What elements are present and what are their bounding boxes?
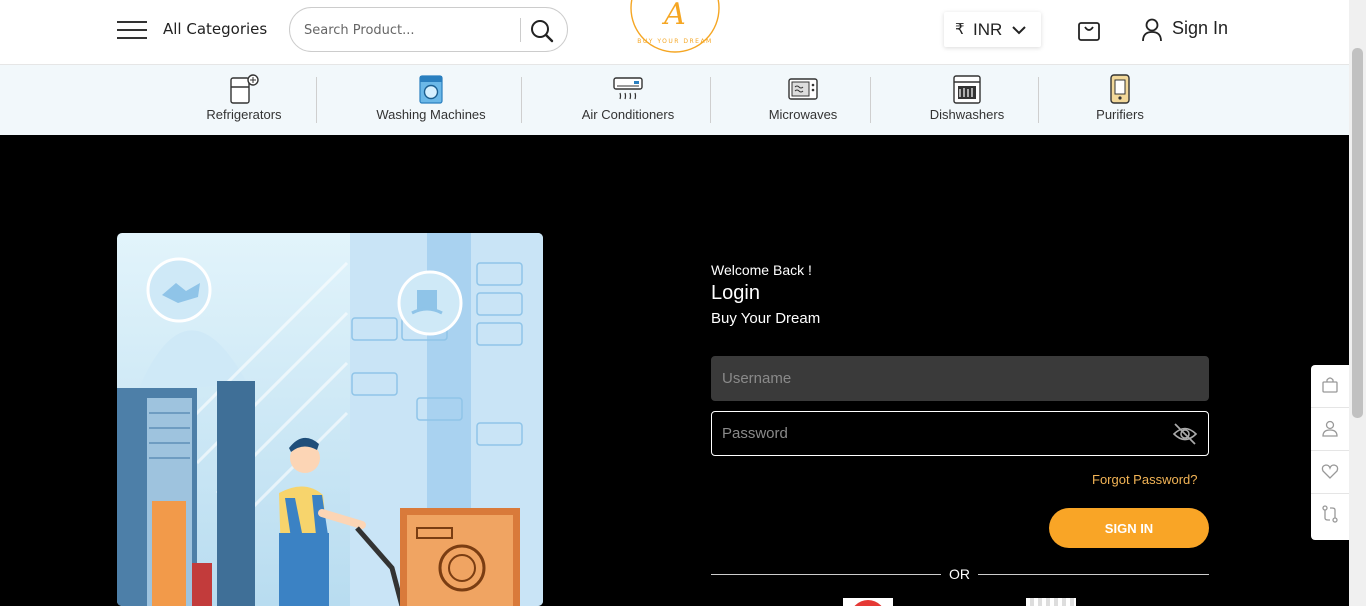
- password-wrapper: [711, 411, 1209, 456]
- category-microwaves[interactable]: Microwaves: [753, 65, 853, 135]
- google-login-button[interactable]: [843, 598, 893, 606]
- currency-code: INR: [973, 20, 1003, 39]
- category-label: Air Conditioners: [581, 107, 675, 122]
- search-divider: [520, 18, 521, 42]
- tagline-text: Buy Your Dream: [711, 310, 821, 327]
- category-divider: [316, 77, 317, 123]
- category-divider: [710, 77, 711, 123]
- delivery-illustration: [117, 233, 543, 606]
- microwave-icon: [788, 78, 818, 100]
- category-label: Refrigerators: [206, 107, 282, 122]
- all-categories-link[interactable]: All Categories: [163, 20, 267, 38]
- floating-toolbar: [1311, 365, 1349, 540]
- category-air-conditioners[interactable]: Air Conditioners: [563, 65, 693, 135]
- heart-icon: [1321, 464, 1339, 479]
- dishwasher-icon: [953, 75, 981, 104]
- logo-tagline: BUY YOUR DREAM: [637, 38, 712, 45]
- category-divider: [870, 77, 871, 123]
- search-input[interactable]: [304, 20, 509, 40]
- compare-icon: [1322, 505, 1338, 523]
- page-title: Login: [711, 282, 760, 304]
- user-icon[interactable]: [1141, 18, 1163, 42]
- search-bar: [289, 7, 568, 52]
- scrollbar-thumb[interactable]: [1352, 48, 1363, 418]
- forgot-password-link[interactable]: Forgot Password?: [1092, 472, 1198, 487]
- welcome-text: Welcome Back !: [711, 262, 812, 278]
- purifier-icon: [1110, 74, 1130, 104]
- logo-letter: A: [661, 0, 686, 32]
- divider-left: [711, 574, 941, 575]
- category-refrigerators[interactable]: Refrigerators: [184, 65, 304, 135]
- bag-icon: [1322, 377, 1338, 393]
- category-divider: [1038, 77, 1039, 123]
- site-logo[interactable]: A BUY YOUR DREAM: [612, 0, 738, 56]
- currency-symbol: ₹: [955, 20, 965, 38]
- username-field[interactable]: [711, 356, 1209, 401]
- category-bar: Refrigerators Washing Machines Air Condi…: [0, 65, 1349, 135]
- category-purifiers[interactable]: Purifiers: [1080, 65, 1160, 135]
- category-label: Microwaves: [768, 107, 838, 122]
- page-scrollbar[interactable]: [1349, 0, 1366, 606]
- side-bag-button[interactable]: [1311, 365, 1349, 408]
- user-icon: [1322, 420, 1338, 437]
- side-wishlist-button[interactable]: [1311, 451, 1349, 494]
- or-separator: OR: [949, 566, 970, 582]
- refrigerator-icon: [230, 74, 259, 104]
- site-header: All Categories A BUY YOUR DREAM ₹ INR Si…: [0, 0, 1349, 65]
- category-label: Purifiers: [1096, 107, 1144, 122]
- sign-in-button[interactable]: SIGN IN: [1049, 508, 1209, 548]
- search-icon[interactable]: [528, 18, 556, 44]
- side-compare-button[interactable]: [1311, 494, 1349, 537]
- divider-right: [978, 574, 1209, 575]
- category-dishwashers[interactable]: Dishwashers: [912, 65, 1022, 135]
- category-washing-machines[interactable]: Washing Machines: [361, 65, 501, 135]
- sign-in-link[interactable]: Sign In: [1172, 18, 1228, 39]
- currency-selector[interactable]: ₹ INR: [944, 12, 1041, 47]
- eye-off-icon[interactable]: [1172, 422, 1198, 446]
- category-label: Washing Machines: [376, 107, 486, 122]
- air-conditioner-icon: [613, 77, 643, 100]
- washing-machine-icon: [419, 75, 443, 104]
- social-login-button[interactable]: [1026, 598, 1076, 606]
- cart-icon[interactable]: [1077, 17, 1101, 42]
- password-field[interactable]: [712, 412, 1162, 455]
- menu-icon[interactable]: [117, 21, 147, 39]
- category-divider: [521, 77, 522, 123]
- chevron-down-icon: [1012, 26, 1026, 35]
- side-account-button[interactable]: [1311, 408, 1349, 451]
- category-label: Dishwashers: [929, 107, 1005, 122]
